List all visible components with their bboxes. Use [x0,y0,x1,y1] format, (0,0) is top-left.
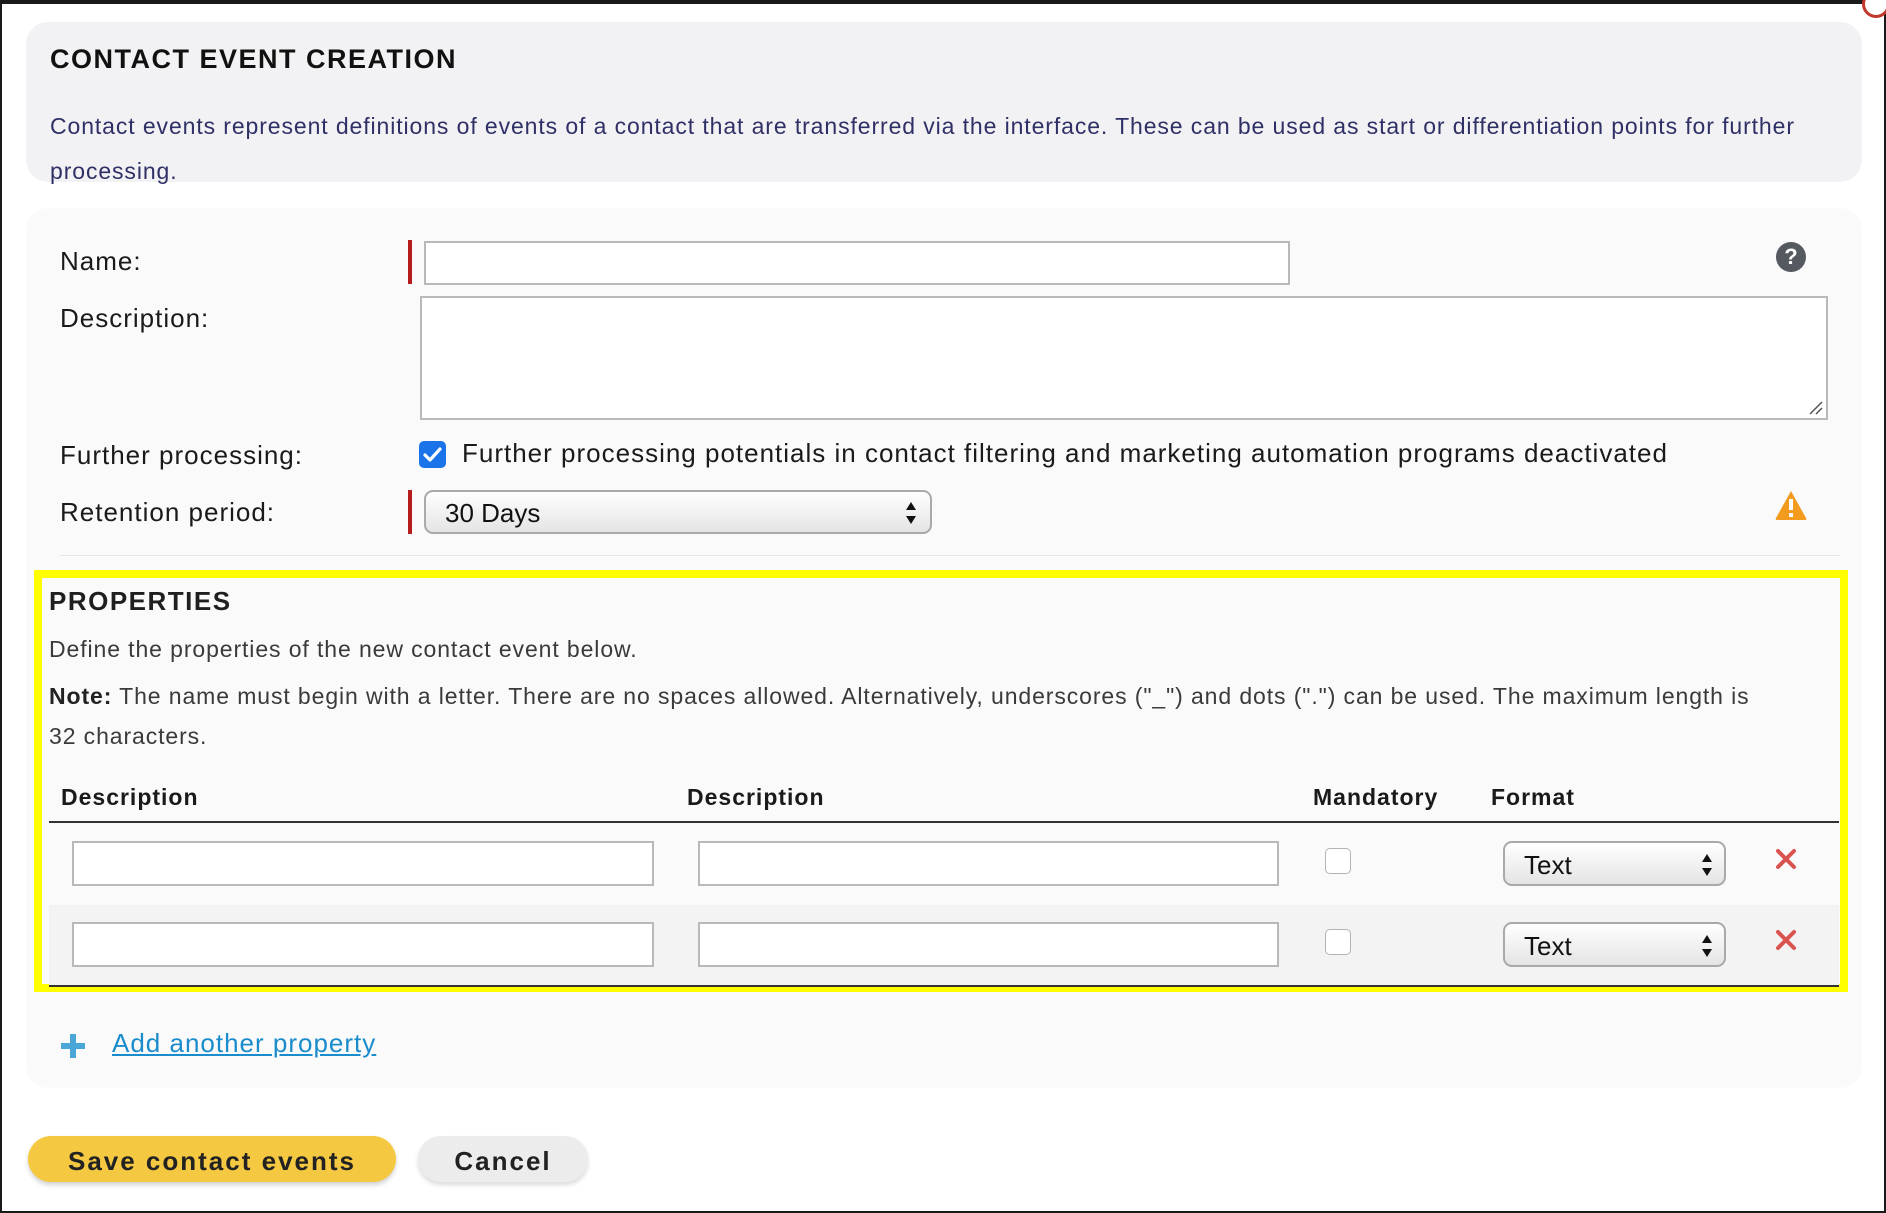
table-row: Text [49,905,1839,985]
description-textarea[interactable] [420,296,1828,420]
mandatory-checkbox[interactable] [1325,929,1351,955]
required-marker [408,240,412,284]
format-value: Text [1524,850,1572,880]
format-select[interactable]: Text [1503,922,1726,967]
retention-select[interactable]: 30 Days [424,490,932,534]
name-input[interactable] [424,241,1290,285]
checkmark-icon [423,447,442,462]
warning-icon [1775,491,1807,520]
format-value: Text [1524,931,1572,961]
add-property-link[interactable]: Add another property [112,1028,376,1059]
properties-title: PROPERTIES [49,586,232,616]
retention-value: 30 Days [445,498,541,528]
question-icon[interactable]: ? [1776,242,1806,272]
property-name-input[interactable] [72,841,654,886]
select-arrows-icon [1702,854,1712,876]
mandatory-checkbox[interactable] [1325,848,1351,874]
column-header-mandatory: Mandatory [1313,784,1439,810]
delete-icon[interactable] [1774,847,1798,871]
properties-note: Note: The name must begin with a letter.… [49,676,1779,756]
further-processing-label: Further processing: [60,440,303,470]
close-icon[interactable] [1862,0,1886,18]
header-panel: CONTACT EVENT CREATION Contact events re… [26,22,1862,184]
required-marker [408,490,412,534]
description-label: Description: [60,303,210,333]
save-button[interactable]: Save contact events [28,1136,396,1182]
column-header-name: Description [61,784,199,810]
column-header-description: Description [687,784,825,810]
page-title: CONTACT EVENT CREATION [50,44,457,74]
further-processing-text: Further processing potentials in contact… [462,438,1668,468]
name-label: Name: [60,246,142,276]
divider [60,555,1840,556]
note-text: The name must begin with a letter. There… [49,683,1750,749]
property-name-input[interactable] [72,922,654,967]
plus-icon[interactable] [60,1033,86,1059]
page-description: Contact events represent definitions of … [50,113,1795,184]
table-bottom-divider [49,985,1839,987]
table-header-divider [49,821,1839,823]
delete-icon[interactable] [1774,928,1798,952]
further-processing-checkbox[interactable] [419,441,446,468]
format-select[interactable]: Text [1503,841,1726,886]
property-description-input[interactable] [698,922,1279,967]
cancel-button[interactable]: Cancel [418,1136,588,1182]
property-description-input[interactable] [698,841,1279,886]
properties-description: Define the properties of the new contact… [49,636,638,662]
retention-label: Retention period: [60,497,276,527]
select-arrows-icon [906,502,916,524]
select-arrows-icon [1702,935,1712,957]
resize-grip-icon[interactable] [1807,399,1823,415]
column-header-format: Format [1491,784,1575,810]
note-label: Note: [49,683,113,709]
